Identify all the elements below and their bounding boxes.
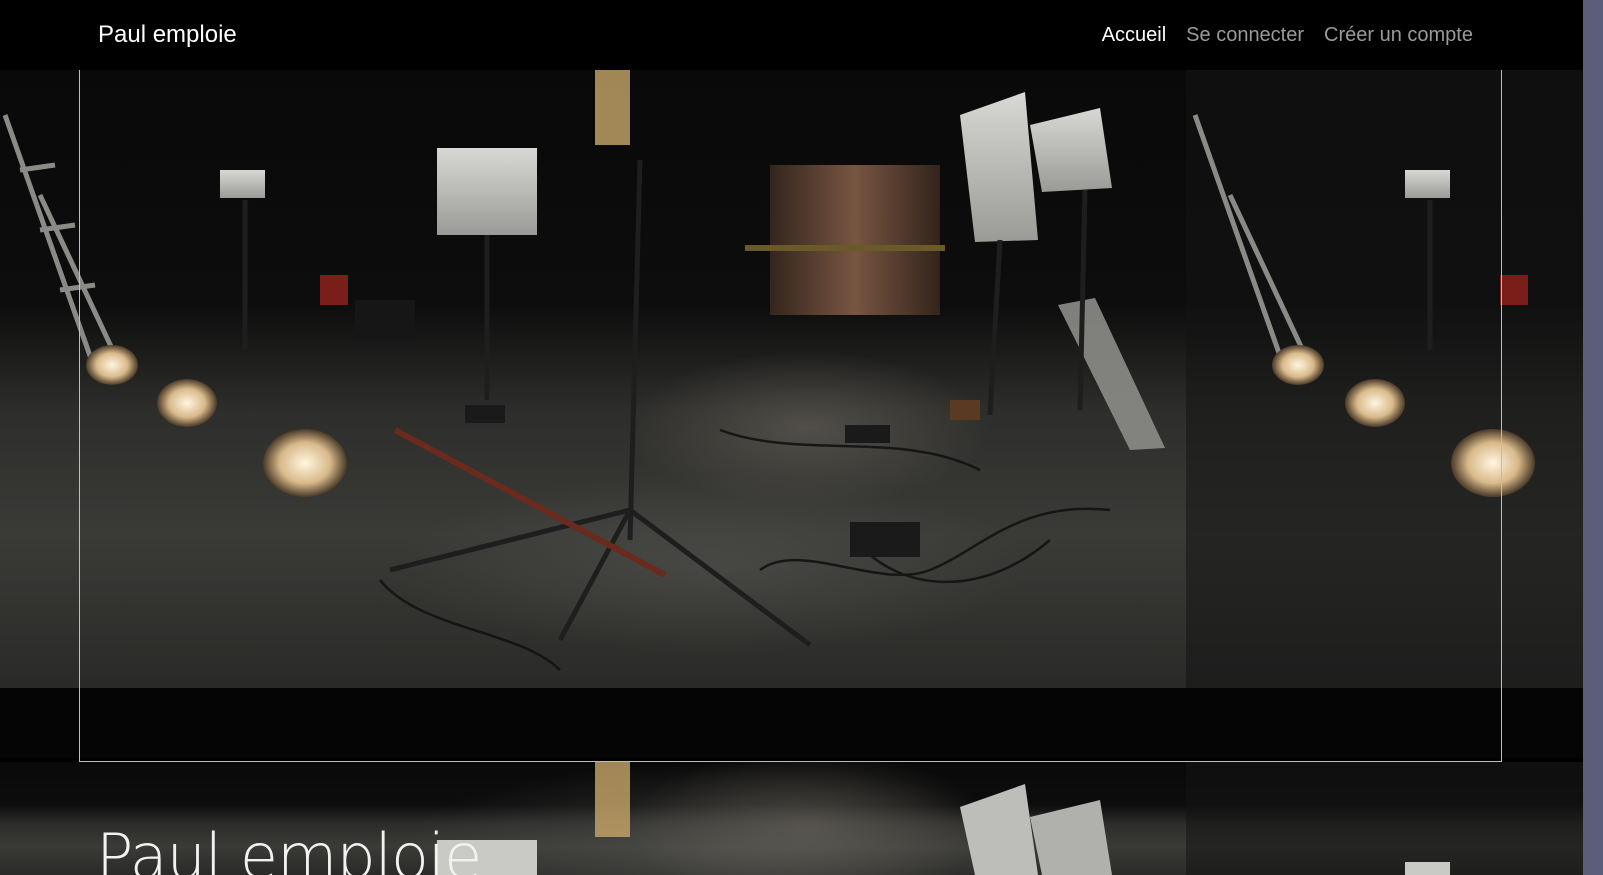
- nav-links: Accueil Se connecter Créer un compte: [1102, 24, 1473, 47]
- hero-background-image: [0, 70, 1583, 688]
- photo-tile-main: [2, 70, 1165, 671]
- nav-link-creer-un-compte[interactable]: Créer un compte: [1324, 24, 1473, 47]
- studio-lighting-scene: [2, 70, 1583, 688]
- hero-dark-band: [0, 688, 1583, 758]
- vertical-scrollbar[interactable]: [1583, 0, 1603, 875]
- nav-link-accueil[interactable]: Accueil: [1102, 24, 1166, 47]
- brand-link[interactable]: Paul emploie: [98, 21, 237, 49]
- section-title: Paul emploie: [96, 820, 482, 875]
- photo-tile-repeat: [1186, 70, 1583, 688]
- nav-link-se-connecter[interactable]: Se connecter: [1186, 24, 1304, 47]
- top-navbar: Paul emploie Accueil Se connecter Créer …: [0, 0, 1583, 70]
- page-viewport: Paul emploie Paul emploie Accueil Se con…: [0, 0, 1583, 875]
